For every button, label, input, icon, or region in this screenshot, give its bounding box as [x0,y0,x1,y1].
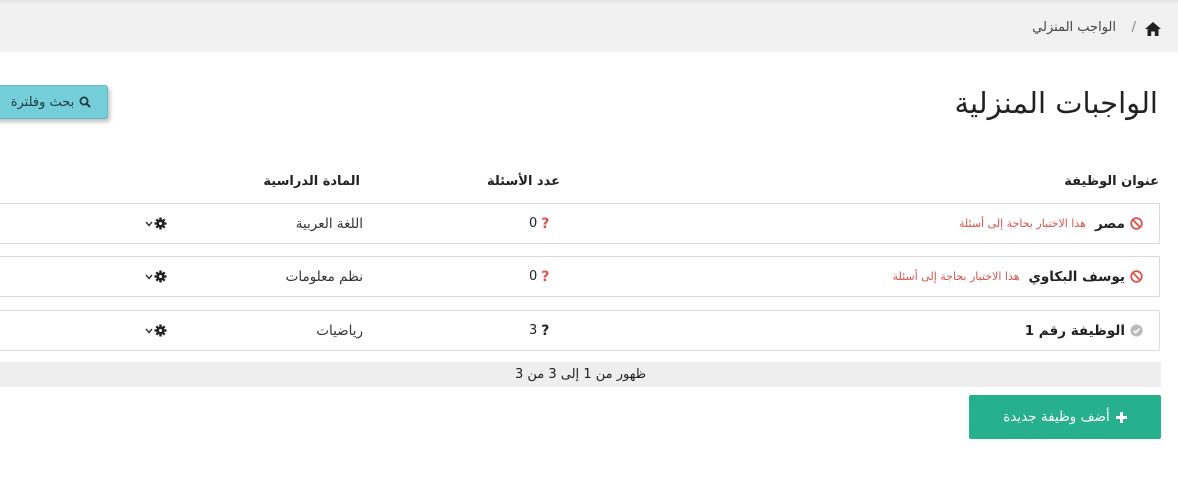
ban-icon [1130,217,1143,230]
table-row[interactable]: يوسف البكاوي هذا الاختبار بحاجة إلى أسئل… [0,256,1160,297]
breadcrumb: / الواجب المنزلي [0,6,1178,52]
breadcrumb-current: الواجب المنزلي [1032,20,1116,35]
subject-name: رياضيات [316,322,363,339]
column-header-title: عنوان الوظيفة [1064,174,1159,189]
table-row[interactable]: الوظيفة رقم 1 3 ? رياضيات [0,310,1160,351]
gear-icon [154,270,167,283]
gear-icon [154,217,167,230]
row-actions-dropdown[interactable] [145,204,167,243]
page-title: الواجبات المنزلية [954,86,1158,120]
add-homework-label: أضف وظيفة جديدة [1003,409,1110,425]
row-actions-dropdown[interactable] [145,257,167,296]
pagination-info: ظهور من 1 إلى 3 من 3 [0,362,1161,387]
search-filter-label: بحث وفلترة [10,94,75,110]
search-icon [79,96,92,108]
homework-title[interactable]: مصر [1095,216,1125,232]
homework-title[interactable]: الوظيفة رقم 1 [1025,323,1125,339]
add-homework-button[interactable]: أضف وظيفة جديدة [969,395,1161,439]
column-header-subject: المادة الدراسية [263,174,360,189]
needs-questions-warning: هذا الاختبار بحاجة إلى أسئلة [892,270,1020,283]
chevron-down-icon [145,274,153,280]
chevron-down-icon [145,328,153,334]
question-mark-icon: ? [541,268,550,285]
home-icon[interactable] [1145,22,1161,36]
needs-questions-warning: هذا الاختبار بحاجة إلى أسئلة [958,217,1086,230]
ban-icon [1130,270,1143,283]
check-circle-icon [1130,324,1143,337]
gear-icon [154,324,167,337]
question-count: 0 [529,269,538,284]
plus-icon [1115,411,1127,423]
breadcrumb-separator: / [1131,20,1136,35]
column-header-questions: عدد الأسئلة [486,174,560,189]
question-count: 0 [529,216,538,231]
subject-name: اللغة العربية [295,215,363,232]
row-actions-dropdown[interactable] [145,311,167,350]
question-mark-icon: ? [541,322,550,339]
homework-title[interactable]: يوسف البكاوي [1029,269,1125,285]
question-count: 3 [529,323,538,338]
subject-name: نظم معلومات [285,268,363,285]
chevron-down-icon [145,221,153,227]
table-row[interactable]: مصر هذا الاختبار بحاجة إلى أسئلة 0 ? الل… [0,203,1160,244]
question-mark-icon: ? [541,215,550,232]
search-filter-button[interactable]: بحث وفلترة [0,85,108,119]
